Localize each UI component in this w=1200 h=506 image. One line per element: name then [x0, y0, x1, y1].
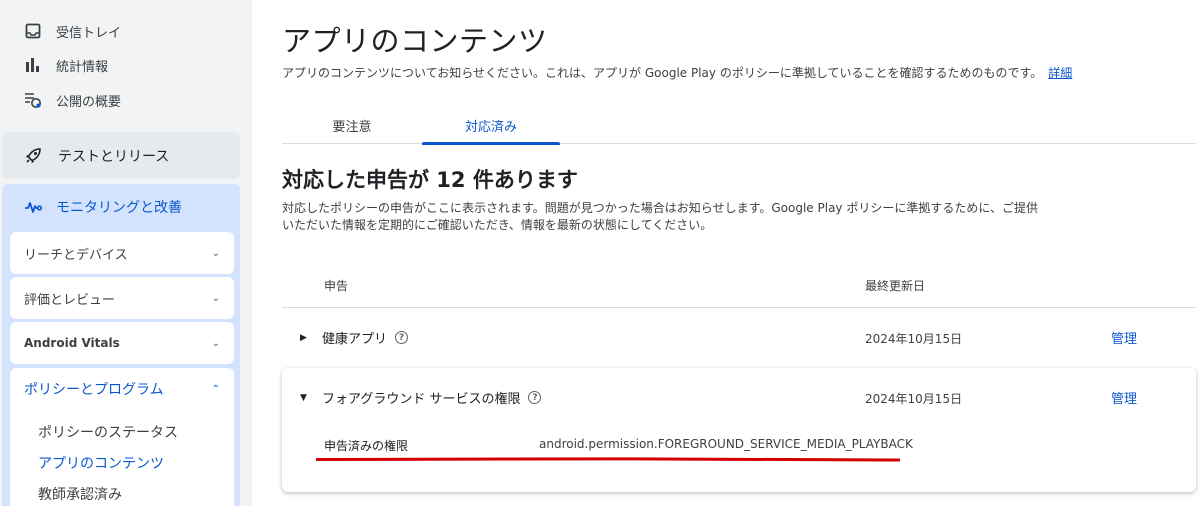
subsection-label: 評価とレビュー [24, 292, 116, 308]
sidebar-item-publishing-overview[interactable]: 公開の概要 [0, 86, 121, 114]
subsection-label: Android Vitals [24, 336, 120, 350]
sidebar-item-label: 公開の概要 [56, 94, 122, 110]
section-description-line: 対応したポリシーの申告がここに表示されます。問題が見つかった場合はお知らせします… [282, 201, 1038, 215]
row-label: 健康アプリ [322, 332, 388, 347]
declared-permission-value: android.permission.FOREGROUND_SERVICE_ME… [539, 437, 913, 451]
page-description: アプリのコンテンツについてお知らせください。これは、アプリが Google Pl… [282, 64, 1072, 81]
sidebar-item-inbox[interactable]: 受信トレイ [0, 17, 121, 45]
monitoring-label: モニタリングと改善 [56, 200, 182, 216]
row-date: 2024年10月15日 [865, 332, 963, 346]
monitoring-header[interactable]: モニタリングと改善 [2, 184, 240, 230]
tab-needs-attention[interactable]: 要注意 [282, 108, 422, 143]
sidebar-item-policy-status[interactable]: ポリシーのステータス [38, 422, 178, 442]
details-link[interactable]: 詳細 [1048, 66, 1072, 80]
table-row[interactable]: ▶ 健康アプリ ? [300, 328, 409, 347]
subsection-policy-programs: ポリシーとプログラム ⌃ ポリシーのステータス アプリのコンテンツ 教師承認済み [10, 368, 234, 506]
subsection-label: リーチとデバイス [24, 247, 128, 263]
row-date: 2024年10月15日 [865, 392, 963, 406]
manage-link[interactable]: 管理 [1111, 388, 1137, 407]
table-row[interactable]: ▼ フォアグラウンド サービスの権限 ? [300, 388, 542, 407]
declared-permission-label: 申告済みの権限 [324, 439, 409, 453]
sidebar-item-app-content[interactable]: アプリのコンテンツ [38, 453, 164, 473]
column-header-last-updated: 最終更新日 [865, 279, 926, 293]
sidebar-section-monitoring: モニタリングと改善 リーチとデバイス ⌄ 評価とレビュー ⌄ Android V… [2, 184, 240, 506]
inbox-icon [22, 20, 44, 42]
chevron-down-icon: ⌄ [211, 337, 220, 349]
sidebar-section-label: テストとリリース [58, 148, 170, 165]
sidebar-item-teacher-approved[interactable]: 教師承認済み [38, 484, 122, 504]
subsection-android-vitals[interactable]: Android Vitals ⌄ [10, 322, 234, 364]
rocket-icon [22, 145, 44, 167]
row-label: フォアグラウンド サービスの権限 [322, 392, 521, 407]
tab-completed[interactable]: 対応済み [422, 108, 560, 145]
policy-programs-header[interactable]: ポリシーとプログラム ⌃ [10, 368, 234, 410]
sidebar-item-label: 受信トレイ [56, 25, 122, 41]
section-title: 対応した申告が 12 件あります [282, 168, 578, 192]
manage-link[interactable]: 管理 [1111, 328, 1137, 347]
subsection-ratings-reviews[interactable]: 評価とレビュー ⌄ [10, 277, 234, 319]
pulse-icon [22, 196, 44, 218]
red-annotation-underline [316, 457, 900, 462]
sidebar-section-test-release[interactable]: テストとリリース [2, 132, 240, 179]
publishing-overview-icon [22, 89, 44, 111]
main-content: アプリのコンテンツ アプリのコンテンツについてお知らせください。これは、アプリが… [252, 0, 1200, 506]
page-title: アプリのコンテンツ [282, 24, 548, 58]
caret-down-icon: ▼ [300, 392, 307, 403]
caret-right-icon: ▶ [300, 332, 307, 343]
subsection-reach-devices[interactable]: リーチとデバイス ⌄ [10, 232, 234, 274]
section-description: 対応したポリシーの申告がここに表示されます。問題が見つかった場合はお知らせします… [282, 200, 1072, 234]
chevron-up-icon: ⌃ [211, 383, 220, 395]
section-description-line: いただいた情報を定期的にご確認いただき、情報を最新の状態にしてください。 [282, 218, 713, 232]
help-icon[interactable]: ? [395, 331, 409, 344]
page-description-text: アプリのコンテンツについてお知らせください。これは、アプリが Google Pl… [282, 66, 1043, 80]
tab-bar: 要注意 対応済み [282, 108, 1196, 145]
column-header-declaration: 申告 [324, 279, 349, 293]
table-divider [282, 307, 1196, 308]
expanded-declaration-card: ▼ フォアグラウンド サービスの権限 ? 2024年10月15日 管理 申告済み… [282, 368, 1196, 492]
bar-chart-icon [22, 54, 44, 76]
chevron-down-icon: ⌄ [211, 247, 220, 259]
sidebar-item-label: 統計情報 [56, 59, 109, 75]
sidebar: 受信トレイ 統計情報 公開の概要 テストとリリース モニタリングと改善 リーチと… [0, 0, 252, 506]
subsection-label: ポリシーとプログラム [24, 382, 164, 398]
sidebar-item-statistics[interactable]: 統計情報 [0, 51, 108, 79]
chevron-down-icon: ⌄ [211, 292, 220, 304]
help-icon[interactable]: ? [528, 391, 542, 404]
